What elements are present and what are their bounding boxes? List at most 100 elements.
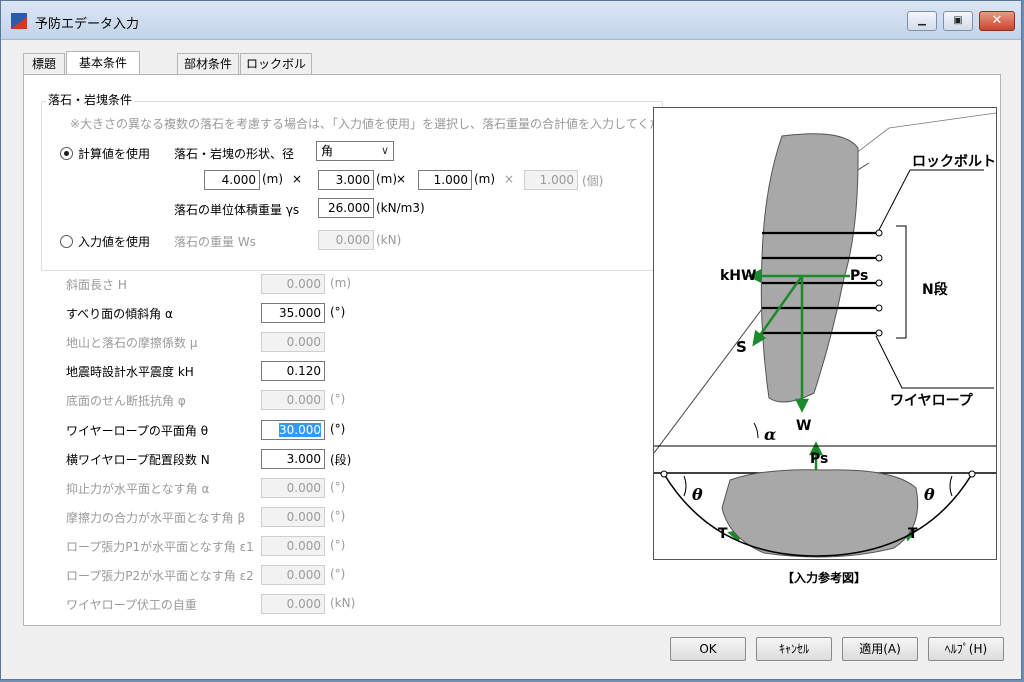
- param-value: 0.000: [286, 597, 321, 612]
- label-wirerope: ワイヤロープ: [890, 393, 974, 409]
- tab-rockbolt[interactable]: ロックボルト: [240, 53, 312, 91]
- param-input: 0.000: [261, 332, 325, 353]
- param-input: 0.000: [261, 274, 325, 294]
- dim2-unit: (m): [376, 172, 398, 186]
- param-label: 抑止力が水平面となす角 α: [66, 481, 210, 496]
- param-unit: (°): [330, 567, 346, 581]
- label-ps-plan: Ps: [810, 451, 828, 467]
- ok-button[interactable]: OK: [670, 637, 746, 661]
- dim1-input[interactable]: 4.000: [204, 170, 260, 190]
- unitweight-unit: (kN/m3): [376, 201, 425, 215]
- param-label: ロープ張力P1が水平面となす角 ε1: [66, 539, 254, 554]
- param-unit: (°): [330, 508, 346, 523]
- label-s: S: [736, 338, 747, 356]
- label-theta-left: θ: [692, 485, 703, 504]
- param-label: 底面のせん断抵抗角 φ: [66, 394, 186, 409]
- radio-calc[interactable]: [60, 147, 73, 160]
- window-title: 予防エデータ入力: [35, 17, 140, 32]
- label-rockbolt: ロックボルト: [912, 154, 996, 170]
- param-input: 0.000: [261, 535, 325, 556]
- help-button[interactable]: ﾍﾙﾌﾟ(H): [928, 637, 1004, 661]
- param-unit: (°): [330, 479, 346, 494]
- minimize-button[interactable]: ▁: [907, 11, 937, 31]
- dim2-input[interactable]: 3.000: [318, 170, 374, 190]
- dim3-input[interactable]: 1.000: [418, 170, 472, 190]
- label-alpha: α: [764, 425, 776, 444]
- param-input[interactable]: 0.120: [261, 361, 325, 382]
- minimize-icon: ▁: [918, 15, 926, 26]
- param-input[interactable]: 35.000: [261, 303, 325, 324]
- dim1-unit: (m): [262, 172, 284, 186]
- unitweight-label: 落石の単位体積重量 γs: [174, 203, 300, 217]
- cancel-button[interactable]: ｷｬﾝｾﾙ: [756, 637, 832, 661]
- shape-select[interactable]: 角 ∨: [316, 141, 394, 161]
- param-label: 横ワイヤロープ配置段数 N: [66, 452, 210, 467]
- apply-button[interactable]: 適用(A): [842, 637, 918, 661]
- radio-calc-label: 計算値を使用: [78, 147, 151, 161]
- param-input: 0.000: [261, 565, 325, 585]
- label-t-left: T: [718, 526, 728, 542]
- shape-value: 角: [321, 144, 334, 158]
- param-value: 0.000: [286, 335, 321, 350]
- radio-input[interactable]: [60, 235, 73, 248]
- param-unit: (°): [330, 537, 346, 552]
- label-ps: Ps: [850, 268, 868, 284]
- dialog-window: 予防エデータ入力 ▁ ▣ ✕ 標題 基本条件 部材条件 ロックボルト 落石・岩塊…: [0, 0, 1022, 680]
- times-1: ×: [292, 172, 303, 186]
- param-value: 30.000: [279, 422, 321, 437]
- param-input: 0.000: [261, 390, 325, 411]
- reference-figure: ロックボルト N段 kHW Ps S W α ワイヤロープ Ps θ θ T T: [653, 107, 997, 560]
- dim3-unit: (m): [474, 172, 496, 186]
- param-input[interactable]: 30.000: [261, 419, 325, 440]
- param-label: ワイヤロープ伏工の自重: [66, 598, 197, 613]
- param-label: 地震時設計水平震度 kH: [66, 365, 194, 380]
- param-label: ワイヤーロープの平面角 θ: [66, 423, 209, 438]
- group-note: ※大きさの異なる複数の落石を考慮する場合は、「入力値を使用」を選択し、落石重量の…: [70, 117, 698, 131]
- param-unit: (m): [330, 276, 352, 290]
- weight-label: 落石の重量 Ws: [174, 235, 256, 249]
- radio-input-label: 入力値を使用: [78, 235, 151, 249]
- maximize-icon: ▣: [953, 15, 963, 26]
- param-unit: (°): [330, 305, 346, 320]
- param-label: すべり面の傾斜角 α: [66, 307, 173, 322]
- tab-hyoudai[interactable]: 標題: [23, 53, 65, 75]
- tab-buzai-jouken[interactable]: 部材条件: [177, 53, 239, 75]
- close-button[interactable]: ✕: [979, 11, 1015, 31]
- label-khw: kHW: [720, 268, 756, 284]
- label-theta-right: θ: [924, 485, 935, 504]
- app-icon: [11, 13, 27, 29]
- client-area: 標題 基本条件 部材条件 ロックボルト 落石・岩塊条件 ※大きさの異なる複数の落…: [9, 41, 1013, 671]
- param-unit: (kN): [330, 596, 356, 611]
- param-value: 0.000: [286, 568, 321, 582]
- shape-label: 落石・岩塊の形状、径: [174, 147, 295, 161]
- title-bar: 予防エデータ入力 ▁ ▣ ✕: [1, 1, 1021, 40]
- count-input: 1.000: [524, 170, 578, 190]
- param-value: 0.000: [286, 480, 321, 495]
- weight-input: 0.000: [318, 230, 374, 250]
- tab-page: 落石・岩塊条件 ※大きさの異なる複数の落石を考慮する場合は、「入力値を使用」を選…: [23, 74, 1001, 626]
- param-label: ロープ張力P2が水平面となす角 ε2: [66, 569, 254, 583]
- param-value: 0.000: [286, 393, 321, 408]
- reference-diagram: ロックボルト N段 kHW Ps S W α ワイヤロープ Ps θ θ T T: [653, 112, 997, 558]
- times-3: ×: [504, 172, 515, 186]
- param-value: 3.000: [286, 451, 321, 466]
- close-icon: ✕: [991, 13, 1003, 28]
- tab-kihon-jouken[interactable]: 基本条件: [66, 51, 140, 75]
- unitweight-input[interactable]: 26.000: [318, 198, 374, 218]
- figure-caption: 【入力参考図】: [782, 571, 867, 585]
- param-label: 斜面長さ H: [66, 278, 127, 292]
- group-title: 落石・岩塊条件: [46, 91, 135, 108]
- maximize-button[interactable]: ▣: [943, 11, 973, 31]
- param-unit: (°): [330, 421, 346, 436]
- param-value: 0.000: [286, 277, 321, 291]
- param-value: 35.000: [279, 306, 321, 321]
- weight-unit: (kN): [376, 233, 402, 247]
- param-value: 0.000: [286, 509, 321, 524]
- label-w: W: [796, 418, 811, 434]
- param-input: 0.000: [261, 477, 325, 498]
- param-value: 0.000: [286, 538, 321, 553]
- times-2: ×: [396, 172, 407, 186]
- param-input[interactable]: 3.000: [261, 448, 325, 469]
- param-input: 0.000: [261, 594, 325, 615]
- param-label: 地山と落石の摩擦係数 μ: [66, 336, 198, 351]
